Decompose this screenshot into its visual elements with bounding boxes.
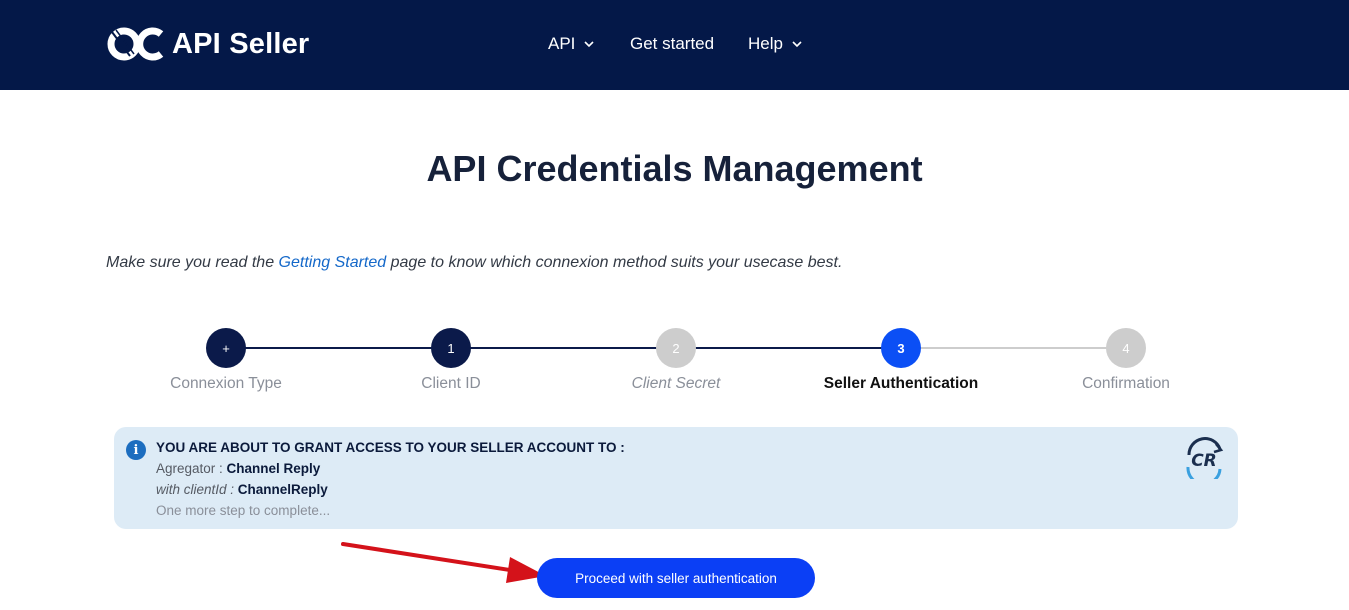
nav-api[interactable]: API xyxy=(548,34,594,54)
nav-get-started[interactable]: Get started xyxy=(630,34,714,54)
top-navigation-bar: API Seller API Get started Help xyxy=(0,0,1349,90)
step-marker: 3 xyxy=(881,328,921,368)
client-id-value: ChannelReply xyxy=(237,482,328,497)
intro-prefix: Make sure you read the xyxy=(106,254,279,271)
step-marker: 1 xyxy=(431,328,471,368)
step-marker: + xyxy=(206,328,246,368)
nav-api-label: API xyxy=(548,34,576,53)
chevron-down-icon xyxy=(792,41,802,48)
step-client-secret: 2 Client Secret xyxy=(566,328,786,393)
nav-get-started-label: Get started xyxy=(630,34,715,53)
aggregator-value: Channel Reply xyxy=(226,461,321,476)
remaining-steps-note: One more step to complete... xyxy=(156,503,331,518)
intro-text: Make sure you read the Getting Started p… xyxy=(106,254,842,272)
grant-access-info-box: i YOU ARE ABOUT TO GRANT ACCESS TO YOUR … xyxy=(114,427,1238,529)
page-title: API Credentials Management xyxy=(426,148,923,189)
step-marker: 2 xyxy=(656,328,696,368)
step-label: Confirmation xyxy=(1082,375,1170,392)
step-confirmation: 4 Confirmation xyxy=(1016,328,1236,393)
intro-suffix: page to know which connexion method suit… xyxy=(386,254,843,271)
step-client-id: 1 Client ID xyxy=(341,328,561,393)
step-connexion-type: + Connexion Type xyxy=(116,328,336,393)
progress-stepper: + Connexion Type 1 Client ID 2 Client Se… xyxy=(0,328,1349,398)
step-label: Client ID xyxy=(421,375,481,392)
brand-logo[interactable]: API Seller xyxy=(106,26,309,62)
aggregator-line: Agregator : Channel Reply xyxy=(156,461,320,476)
getting-started-link[interactable]: Getting Started xyxy=(279,254,387,271)
info-icon: i xyxy=(126,440,146,460)
aggregator-label: Agregator : xyxy=(156,461,227,476)
annotation-arrow-icon xyxy=(341,542,546,583)
chevron-down-icon xyxy=(584,41,594,48)
proceed-seller-authentication-button[interactable]: Proceed with seller authentication xyxy=(537,558,815,598)
client-id-line: with clientId : ChannelReply xyxy=(156,482,328,497)
nav-help-label: Help xyxy=(748,34,783,53)
step-seller-authentication: 3 Seller Authentication xyxy=(791,328,1011,393)
step-label: Client Secret xyxy=(631,375,721,392)
client-id-label: with clientId : xyxy=(156,482,238,497)
grant-access-heading: YOU ARE ABOUT TO GRANT ACCESS TO YOUR SE… xyxy=(156,440,625,455)
brand-name: API Seller xyxy=(172,27,310,60)
step-marker: 4 xyxy=(1106,328,1146,368)
oc-logo-icon xyxy=(107,27,164,61)
nav-help[interactable]: Help xyxy=(748,34,802,54)
step-label: Connexion Type xyxy=(170,375,282,392)
channel-reply-logo-icon: CR xyxy=(1186,437,1224,479)
step-label: Seller Authentication xyxy=(823,375,979,392)
channel-reply-logo-text: CR xyxy=(1191,451,1217,471)
